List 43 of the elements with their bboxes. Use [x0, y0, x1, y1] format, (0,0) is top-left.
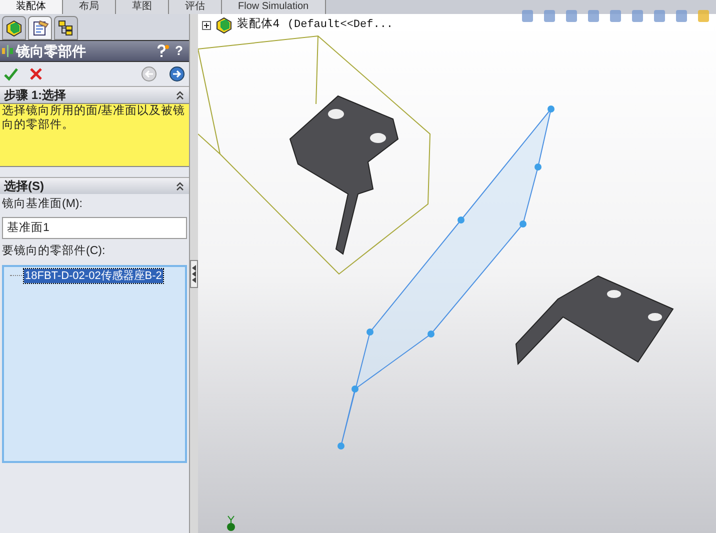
config-label: (Default<<Def...	[287, 18, 394, 33]
toolbar-icon[interactable]	[608, 10, 624, 24]
collapse-icon[interactable]	[175, 90, 185, 100]
toolbar-icon[interactable]	[630, 10, 646, 24]
command-tab[interactable]: 评估	[169, 0, 222, 14]
help-button[interactable]: ?	[171, 41, 187, 61]
panel-title: 镜向零部件	[16, 42, 87, 60]
command-tab[interactable]: Flow Simulation	[222, 0, 326, 14]
ok-check-icon[interactable]	[4, 67, 18, 81]
panel-tab[interactable]	[54, 16, 78, 40]
field-label: 要镜向的零部件(C):	[2, 243, 106, 260]
section-header[interactable]: 选择(S)	[0, 177, 189, 194]
section-title: 步骤 1:选择	[4, 87, 66, 104]
toolbar-icon[interactable]	[564, 10, 580, 24]
triad-icon	[225, 515, 237, 531]
hierarchy-icon	[57, 19, 75, 37]
whats-wrong-icon[interactable]	[157, 44, 170, 58]
command-tab[interactable]: 布局	[63, 0, 116, 14]
part-tree-icon	[5, 19, 23, 37]
tree-item[interactable]: 装配体4	[237, 16, 280, 34]
panel-tab[interactable]	[2, 16, 26, 40]
command-tab[interactable]: 草图	[116, 0, 169, 14]
toolbar-icon[interactable]	[652, 10, 668, 24]
part-tree-icon	[215, 16, 233, 34]
list-item[interactable]: 18FBT-D-02-02传感器座B-2	[24, 268, 163, 282]
command-tab[interactable]: 装配体	[0, 0, 63, 14]
section-header[interactable]: 步骤 1:选择	[0, 86, 189, 103]
field-label: 镜向基准面(M):	[2, 196, 84, 212]
panel-tab[interactable]	[28, 16, 52, 40]
cancel-x-icon[interactable]	[30, 68, 42, 80]
toolbar-icon[interactable]	[674, 10, 690, 24]
expand-icon[interactable]	[202, 20, 211, 30]
mirror-icon	[2, 44, 14, 58]
message-box: 选择镜向所用的面/基准面以及被镜向的零部件。	[0, 103, 189, 167]
document-icon	[31, 19, 49, 37]
toolbar-icon[interactable]	[520, 10, 536, 24]
toolbar-icon[interactable]	[586, 10, 602, 24]
components-list[interactable]: 18FBT-D-02-02传感器座B-2	[2, 264, 187, 462]
section-title: 选择(S)	[4, 178, 44, 195]
mirror-plane-field[interactable]: 基准面1	[2, 217, 187, 240]
toolbar-icon[interactable]	[542, 10, 558, 24]
collapse-panel-handle-icon[interactable]	[190, 260, 198, 288]
collapse-icon[interactable]	[175, 181, 185, 191]
